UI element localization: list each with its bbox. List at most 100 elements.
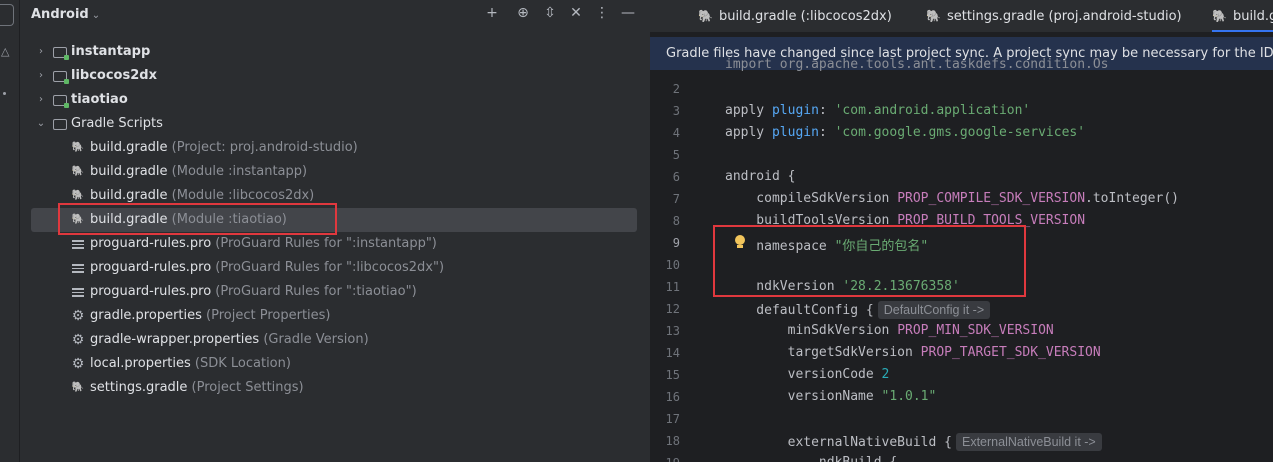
collapse-all-icon[interactable]: ✕ xyxy=(566,5,586,21)
line-number: 18 xyxy=(665,434,680,448)
code-line: android { xyxy=(725,169,795,184)
file-hint: (ProGuard Rules for ":instantapp") xyxy=(211,236,437,251)
chevron-right-icon[interactable]: › xyxy=(35,64,47,88)
chevron-right-icon[interactable]: › xyxy=(35,88,47,112)
code-token: apply xyxy=(725,125,772,140)
add-icon[interactable]: + xyxy=(482,5,502,21)
tab-label: settings.gradle (proj.android-studio) xyxy=(946,9,1182,24)
code-token: () xyxy=(1163,191,1179,206)
tree-item[interactable]: 🐘 build.gradle (Project: proj.android-stu… xyxy=(31,136,637,160)
tree-item-label: local.properties (SDK Location) xyxy=(90,352,291,376)
file-name: libcocos2dx xyxy=(71,68,157,83)
file-hint: (Project: proj.android-studio) xyxy=(167,140,358,155)
code-token: "1.0.1" xyxy=(881,389,937,404)
settings-file-icon: ⚙ xyxy=(71,356,85,372)
commit-tool-icon[interactable]: △ xyxy=(1,45,9,58)
chevron-right-icon[interactable]: › xyxy=(35,40,47,64)
line-number: 7 xyxy=(672,192,680,206)
gradle-elephant-icon: 🐘 xyxy=(71,166,85,177)
tab-settings-gradle[interactable]: 🐘 settings.gradle (proj.android-studio) xyxy=(926,0,1182,32)
tree-item[interactable]: proguard-rules.pro (ProGuard Rules for "… xyxy=(31,256,637,280)
code-token: . xyxy=(1085,191,1093,206)
view-selector[interactable]: Android ⌄ xyxy=(31,7,100,22)
highlight-box-selected-file xyxy=(58,203,337,235)
tab-build-gradle-libcocos2dx[interactable]: 🐘 build.gradle (:libcocos2dx) xyxy=(698,0,892,32)
code-token: defaultConfig { xyxy=(725,303,874,318)
tree-item[interactable]: ⚙ local.properties (SDK Location) xyxy=(31,352,637,376)
project-tool-icon[interactable] xyxy=(0,4,14,26)
gradle-folder-icon xyxy=(53,119,67,130)
tree-item[interactable]: › tiaotiao xyxy=(31,88,637,112)
tree-item-label: proguard-rules.pro (ProGuard Rules for "… xyxy=(90,280,417,304)
chevron-down-icon: ⌄ xyxy=(91,10,101,21)
tree-item-label: tiaotiao xyxy=(71,88,128,112)
file-name: build.gradle xyxy=(90,140,168,155)
code-token: 'com.google.gms.google-services' xyxy=(834,125,1086,140)
tree-item-label: build.gradle (Project: proj.android-stud… xyxy=(90,136,358,160)
tree-item[interactable]: ⚙ gradle-wrapper.properties (Gradle Versi… xyxy=(31,328,637,352)
tree-item[interactable]: › libcocos2dx xyxy=(31,64,637,88)
line-number: 3 xyxy=(672,104,680,118)
code-line: defaultConfig {DefaultConfig it -> xyxy=(725,301,991,319)
more-tools-icon[interactable] xyxy=(3,92,6,95)
highlight-box-namespace xyxy=(713,225,1026,297)
tree-item[interactable]: › instantapp xyxy=(31,40,637,64)
locate-file-icon[interactable]: ⊕ xyxy=(513,5,533,21)
line-number: 9 xyxy=(672,236,680,250)
file-hint: (Module :instantapp) xyxy=(167,164,308,179)
file-hint: (Project Properties) xyxy=(201,308,331,323)
inlay-hint[interactable]: ExternalNativeBuild it -> xyxy=(955,433,1102,451)
line-number: 10 xyxy=(665,258,680,272)
code-token: 2 xyxy=(881,367,890,382)
tree-item[interactable]: proguard-rules.pro (ProGuard Rules for "… xyxy=(31,280,637,304)
hide-panel-icon[interactable]: — xyxy=(618,5,638,21)
code-token: android { xyxy=(725,169,796,184)
tree-item[interactable]: ⚙ gradle.properties (Project Properties) xyxy=(31,304,637,328)
code-line: apply plugin: 'com.android.application' xyxy=(725,103,1030,118)
tree-item-label: libcocos2dx xyxy=(71,64,157,88)
code-line: versionCode 2 xyxy=(725,367,890,382)
options-icon[interactable]: ⋮ xyxy=(592,5,612,21)
line-number: 13 xyxy=(665,324,680,338)
line-number: 16 xyxy=(665,390,680,404)
tab-build-gradle-active[interactable]: 🐘 build.g xyxy=(1212,0,1273,32)
code-token: : xyxy=(818,125,835,140)
inlay-hint[interactable]: DefaultConfig it -> xyxy=(877,301,991,319)
code-line: externalNativeBuild {ExternalNativeBuild… xyxy=(725,433,1102,451)
gradle-elephant-icon: 🐘 xyxy=(71,142,85,153)
tree-item-label: build.gradle (Module :instantapp) xyxy=(90,160,307,184)
file-hint: (Module :libcocos2dx) xyxy=(167,188,315,203)
tree-item-label: Gradle Scripts xyxy=(71,112,163,136)
line-number: 11 xyxy=(665,280,680,294)
file-name: proguard-rules.pro xyxy=(90,260,212,275)
code-token: externalNativeBuild { xyxy=(725,435,952,450)
file-hint: (ProGuard Rules for ":tiaotiao") xyxy=(211,284,417,299)
code-token: apply xyxy=(725,103,772,118)
expand-all-icon[interactable]: ⇳ xyxy=(540,5,560,21)
chevron-down-icon[interactable]: ⌄ xyxy=(35,112,47,136)
code-token: versionName xyxy=(725,389,882,404)
tree-item-label: proguard-rules.pro (ProGuard Rules for "… xyxy=(90,256,444,280)
code-token: compileSdkVersion xyxy=(725,191,898,206)
tree-item[interactable]: 🐘 settings.gradle (Project Settings) xyxy=(31,376,637,400)
line-number: 8 xyxy=(672,214,680,228)
file-name: build.gradle xyxy=(90,164,168,179)
text-file-icon xyxy=(71,238,85,252)
file-name: settings.gradle xyxy=(90,380,188,395)
code-line: targetSdkVersion PROP_TARGET_SDK_VERSION xyxy=(725,345,1101,360)
line-number: 6 xyxy=(672,170,680,184)
line-number: 2 xyxy=(672,82,680,96)
tree-item[interactable]: ⌄ Gradle Scripts xyxy=(31,112,637,136)
editor-tabs: 🐘 build.gradle (:libcocos2dx) 🐘 settings.g… xyxy=(650,0,1273,33)
file-name: Gradle Scripts xyxy=(71,116,163,131)
code-line: compileSdkVersion PROP_COMPILE_SDK_VERSI… xyxy=(725,191,1179,206)
code-token: plugin xyxy=(771,125,819,140)
code-token: ndkBuild { xyxy=(725,455,897,462)
line-number: 4 xyxy=(672,126,680,140)
file-name: proguard-rules.pro xyxy=(90,284,212,299)
project-panel-header: Android ⌄ + ⊕ ⇳ ✕ ⋮ — xyxy=(20,0,648,32)
tree-item[interactable]: proguard-rules.pro (ProGuard Rules for "… xyxy=(31,232,637,256)
tree-item-label: gradle-wrapper.properties (Gradle Versio… xyxy=(90,328,369,352)
tree-item[interactable]: 🐘 build.gradle (Module :instantapp) xyxy=(31,160,637,184)
code-token: PROP_TARGET_SDK_VERSION xyxy=(920,345,1101,360)
